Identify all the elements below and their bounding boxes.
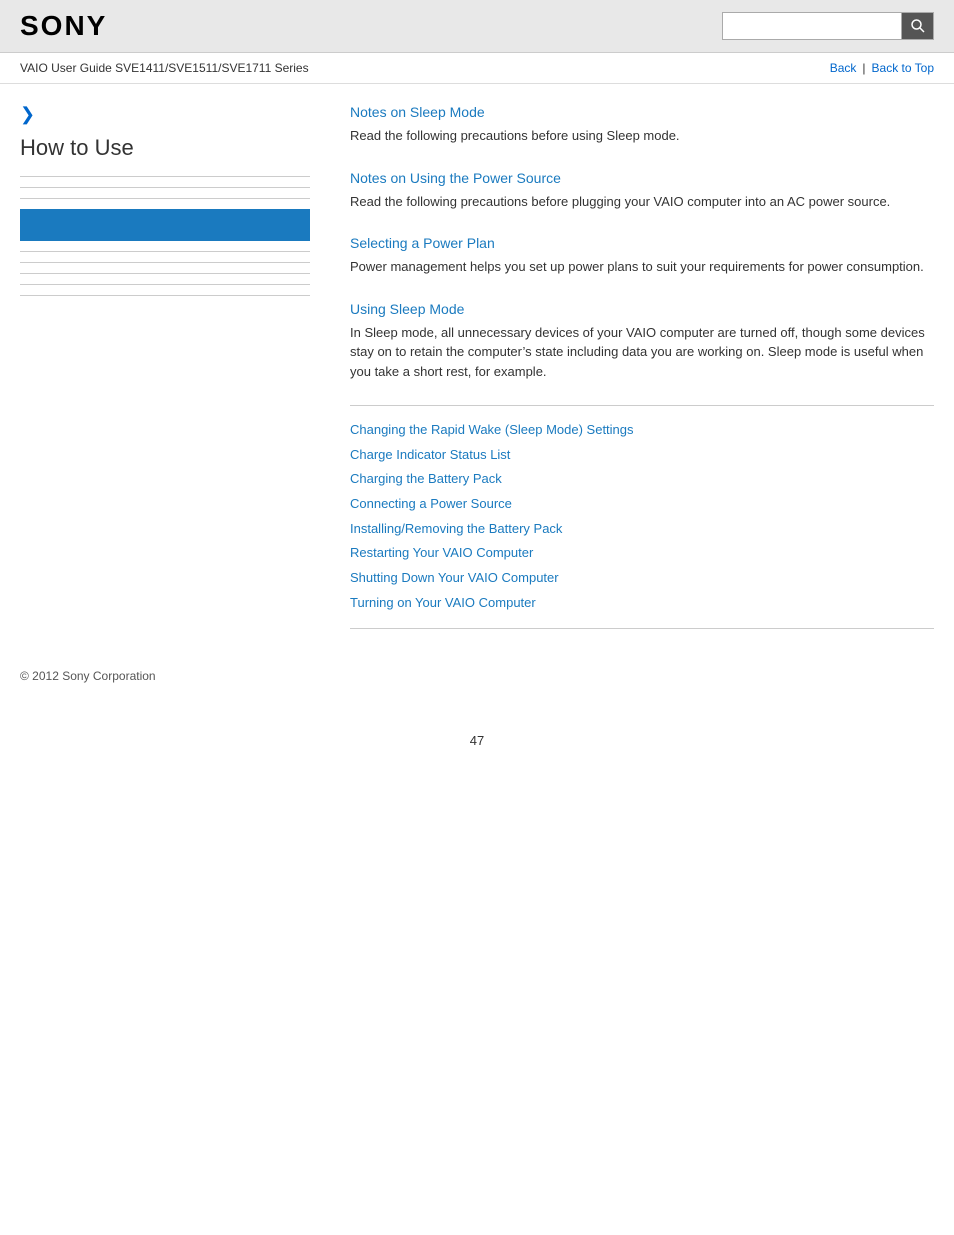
search-icon	[910, 18, 926, 34]
nav-links: Back | Back to Top	[830, 61, 934, 75]
link-shutting-down-vaio[interactable]: Shutting Down Your VAIO Computer	[350, 566, 934, 591]
sidebar-divider-6	[20, 273, 310, 274]
sidebar: ❯ How to Use	[20, 104, 330, 629]
search-container	[722, 12, 934, 40]
copyright-text: © 2012 Sony Corporation	[20, 669, 156, 683]
section-selecting-power-plan: Selecting a Power Plan Power management …	[350, 235, 934, 277]
nav-bar: VAIO User Guide SVE1411/SVE1511/SVE1711 …	[0, 53, 954, 84]
sidebar-active-item[interactable]	[20, 209, 310, 241]
sidebar-divider-3	[20, 198, 310, 199]
section-notes-sleep-mode: Notes on Sleep Mode Read the following p…	[350, 104, 934, 146]
notes-power-source-text: Read the following precautions before pl…	[350, 192, 934, 212]
link-installing-battery[interactable]: Installing/Removing the Battery Pack	[350, 517, 934, 542]
guide-title: VAIO User Guide SVE1411/SVE1511/SVE1711 …	[20, 61, 309, 75]
using-sleep-mode-text: In Sleep mode, all unnecessary devices o…	[350, 323, 934, 382]
link-charge-indicator[interactable]: Charge Indicator Status List	[350, 443, 934, 468]
notes-sleep-mode-text: Read the following precautions before us…	[350, 126, 934, 146]
search-button[interactable]	[902, 12, 934, 40]
search-input[interactable]	[722, 12, 902, 40]
link-charging-battery[interactable]: Charging the Battery Pack	[350, 467, 934, 492]
sidebar-divider-7	[20, 284, 310, 285]
section-using-sleep-mode: Using Sleep Mode In Sleep mode, all unne…	[350, 301, 934, 382]
section-notes-power-source: Notes on Using the Power Source Read the…	[350, 170, 934, 212]
selecting-power-plan-link[interactable]: Selecting a Power Plan	[350, 235, 934, 251]
back-link[interactable]: Back	[830, 61, 857, 75]
main-layout: ❯ How to Use Notes on Sleep Mode Read th…	[0, 84, 954, 649]
link-restarting-vaio[interactable]: Restarting Your VAIO Computer	[350, 541, 934, 566]
notes-sleep-mode-link[interactable]: Notes on Sleep Mode	[350, 104, 934, 120]
sidebar-divider-2	[20, 187, 310, 188]
link-connecting-power[interactable]: Connecting a Power Source	[350, 492, 934, 517]
sidebar-divider-8	[20, 295, 310, 296]
sidebar-divider-5	[20, 262, 310, 263]
page-header: SONY	[0, 0, 954, 53]
related-links-section: Changing the Rapid Wake (Sleep Mode) Set…	[350, 405, 934, 629]
footer: © 2012 Sony Corporation	[0, 649, 954, 703]
using-sleep-mode-link[interactable]: Using Sleep Mode	[350, 301, 934, 317]
content-area: Notes on Sleep Mode Read the following p…	[330, 104, 934, 629]
sidebar-divider-1	[20, 176, 310, 177]
sidebar-arrow[interactable]: ❯	[20, 104, 310, 125]
selecting-power-plan-text: Power management helps you set up power …	[350, 257, 934, 277]
back-to-top-link[interactable]: Back to Top	[872, 61, 934, 75]
link-rapid-wake[interactable]: Changing the Rapid Wake (Sleep Mode) Set…	[350, 418, 934, 443]
sidebar-divider-4	[20, 251, 310, 252]
sidebar-title: How to Use	[20, 135, 310, 161]
sony-logo: SONY	[20, 10, 107, 42]
page-number: 47	[0, 723, 954, 758]
link-turning-on-vaio[interactable]: Turning on Your VAIO Computer	[350, 591, 934, 616]
notes-power-source-link[interactable]: Notes on Using the Power Source	[350, 170, 934, 186]
nav-separator: |	[862, 61, 865, 75]
